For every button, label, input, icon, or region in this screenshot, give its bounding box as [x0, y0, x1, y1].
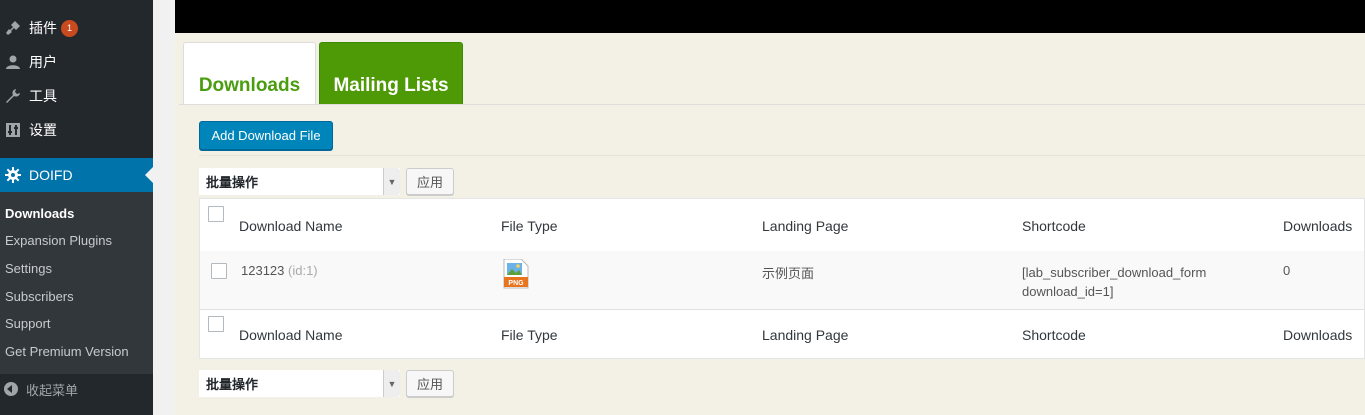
sidebar-item-plugins[interactable]: 插件 1 [0, 11, 153, 45]
column-footer-download-name[interactable]: Download Name [239, 327, 343, 343]
black-header-bar [175, 0, 1365, 33]
column-header-landing-page: Landing Page [762, 218, 849, 234]
bulk-actions-select-bottom[interactable]: 批量操作 ▼ [199, 370, 400, 397]
sidebar-item-label: 设置 [29, 122, 57, 138]
sidebar-submenu: Downloads Expansion Plugins Settings Sub… [0, 192, 153, 374]
landing-page-cell[interactable]: 示例页面 [762, 263, 814, 282]
downloads-table: Download Name File Type Landing Page Sho… [199, 198, 1365, 359]
tab-downloads[interactable]: Downloads [183, 42, 316, 105]
divider [199, 155, 1365, 156]
select-all-checkbox[interactable] [208, 206, 224, 222]
png-file-icon: PNG [503, 259, 529, 289]
table-header-row: Download Name File Type Landing Page Sho… [200, 199, 1364, 252]
collapse-arrow-icon [4, 382, 18, 396]
row-checkbox[interactable] [211, 263, 227, 279]
shortcode-line1: [lab_subscriber_download_form [1022, 265, 1207, 280]
column-footer-shortcode: Shortcode [1022, 327, 1086, 343]
table-row: 123123 (id:1) PNG 示例页面 [lab_subscriber_d… [200, 251, 1364, 310]
user-icon [2, 51, 24, 73]
submenu-subscribers[interactable]: Subscribers [5, 289, 74, 304]
column-header-downloads: Downloads [1283, 218, 1353, 234]
chevron-down-icon: ▼ [383, 370, 400, 397]
sidebar-item-users[interactable]: 用户 [0, 45, 153, 79]
sidebar-item-label: 用户 [29, 54, 57, 70]
column-footer-file-type: File Type [501, 327, 558, 343]
add-download-file-button[interactable]: Add Download File [199, 121, 333, 150]
sidebar-item-doifd[interactable]: DOIFD [0, 158, 153, 192]
download-name-link[interactable]: 123123 [241, 263, 284, 278]
submenu-settings[interactable]: Settings [5, 261, 52, 276]
admin-sidebar: 插件 1 用户 工具 设置 DOIFD Downloads Expansion … [0, 0, 153, 415]
bulk-actions-selected: 批量操作 [206, 175, 259, 190]
sidebar-item-label: 工具 [29, 88, 57, 104]
submenu-downloads[interactable]: Downloads [5, 206, 74, 221]
sidebar-item-label: DOIFD [29, 167, 73, 183]
apply-button-bottom[interactable]: 应用 [406, 370, 454, 397]
column-header-file-type: File Type [501, 218, 558, 234]
apply-button-top[interactable]: 应用 [406, 168, 454, 195]
download-name-cell: 123123 (id:1) [241, 263, 318, 278]
select-all-checkbox-footer[interactable] [208, 316, 224, 332]
wrench-icon [2, 85, 24, 107]
bulk-actions-select-top[interactable]: 批量操作 ▼ [199, 168, 400, 195]
column-header-download-name[interactable]: Download Name [239, 218, 343, 234]
shortcode-cell: [lab_subscriber_download_form download_i… [1022, 263, 1206, 301]
gear-icon [2, 164, 24, 186]
collapse-menu-button[interactable]: 收起菜单 [0, 373, 153, 405]
tab-label: Mailing Lists [333, 75, 449, 96]
downloads-count-cell: 0 [1283, 263, 1291, 278]
plugin-panel: Downloads Mailing Lists Add Download Fil… [175, 33, 1365, 415]
table-footer-row: Download Name File Type Landing Page Sho… [200, 310, 1364, 360]
column-footer-downloads: Downloads [1283, 327, 1353, 343]
tab-mailing-lists[interactable]: Mailing Lists [319, 42, 463, 105]
column-header-shortcode: Shortcode [1022, 218, 1086, 234]
collapse-menu-label: 收起菜单 [26, 382, 79, 398]
sidebar-item-label: 插件 [29, 20, 57, 36]
update-count-badge: 1 [61, 19, 78, 37]
download-id: (id:1) [288, 263, 318, 278]
file-type-label: PNG [508, 280, 524, 287]
submenu-expansion-plugins[interactable]: Expansion Plugins [5, 233, 112, 248]
submenu-support[interactable]: Support [5, 316, 51, 331]
settings-icon [2, 119, 24, 141]
chevron-down-icon: ▼ [383, 168, 400, 195]
column-footer-landing-page: Landing Page [762, 327, 849, 343]
submenu-get-premium[interactable]: Get Premium Version [5, 344, 129, 359]
tab-label: Downloads [198, 75, 301, 96]
tab-divider [179, 104, 1365, 105]
plugin-icon [2, 17, 24, 39]
sidebar-item-settings[interactable]: 设置 [0, 113, 153, 147]
bulk-actions-selected: 批量操作 [206, 377, 259, 392]
shortcode-line2: download_id=1] [1022, 284, 1114, 299]
sidebar-item-tools[interactable]: 工具 [0, 79, 153, 113]
